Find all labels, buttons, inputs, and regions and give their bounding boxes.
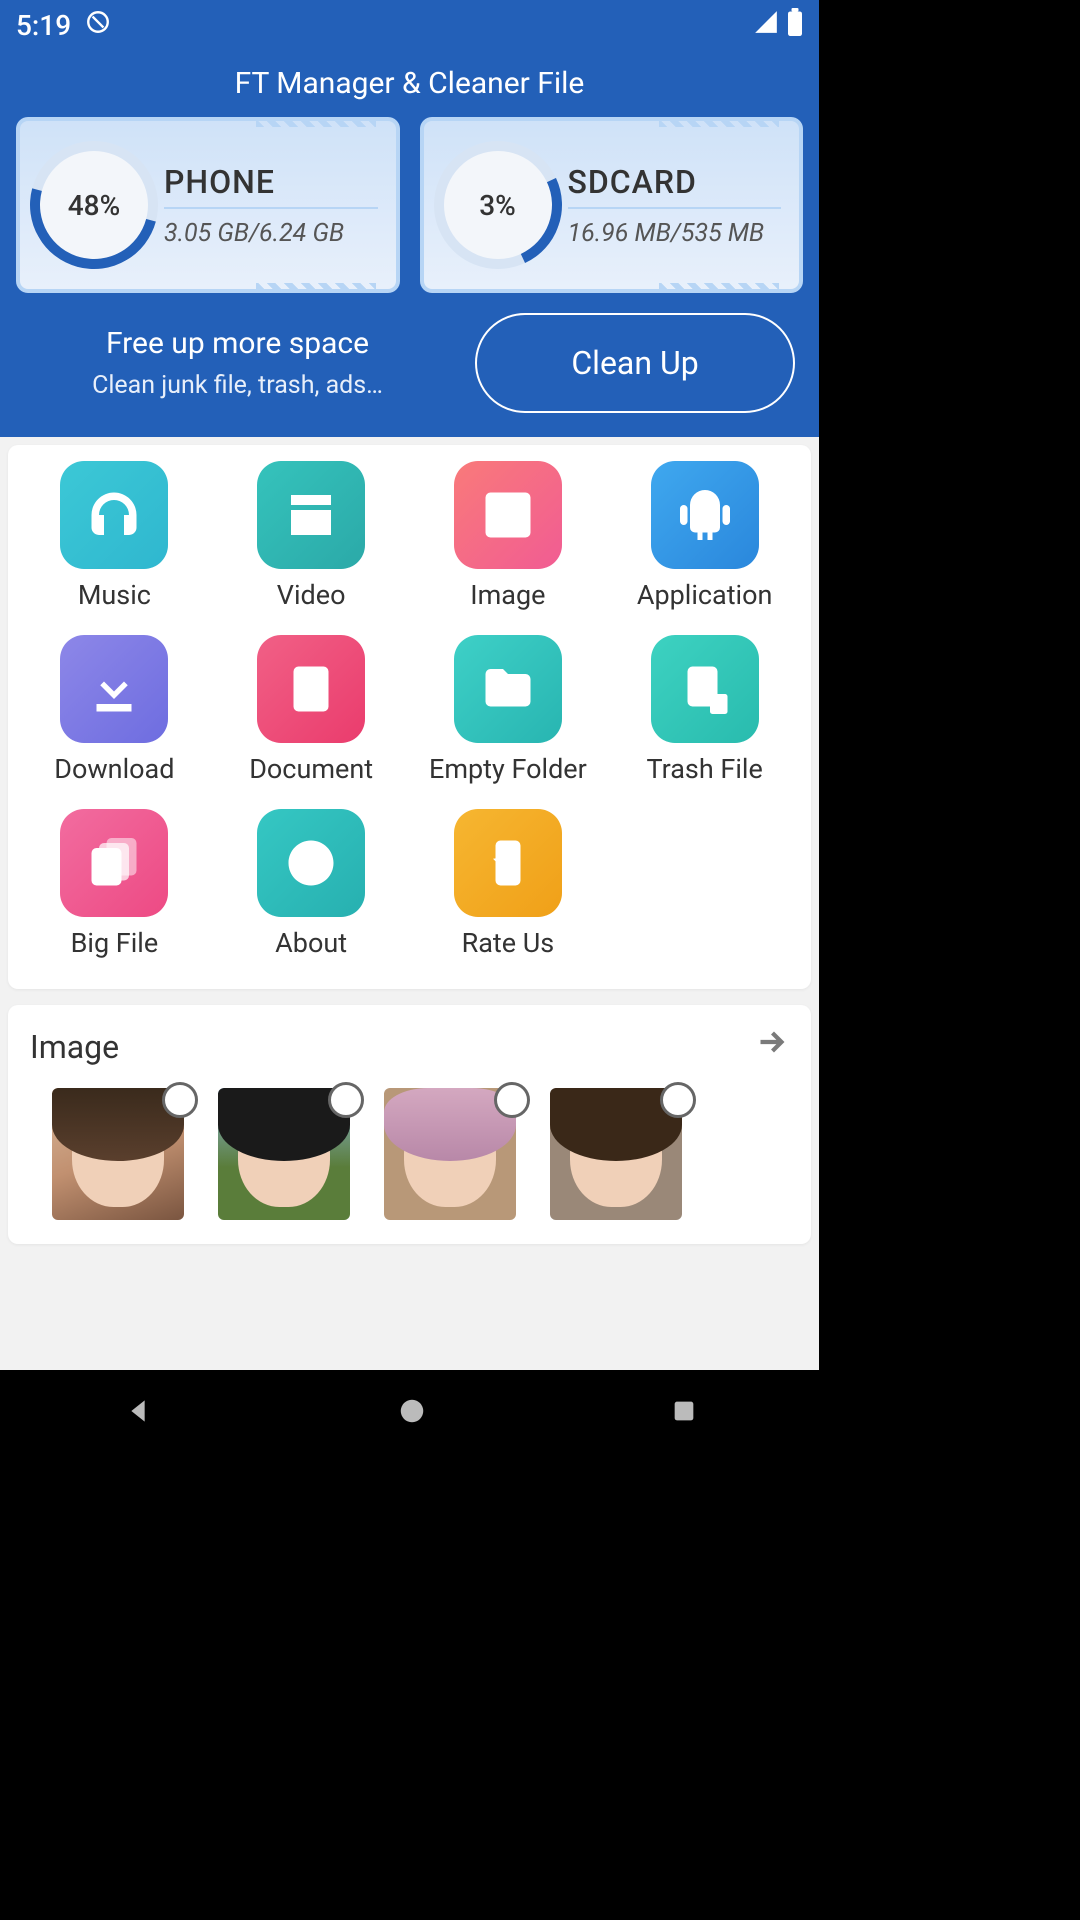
category-label: Document <box>249 753 373 785</box>
rate-icon <box>454 809 562 917</box>
image-section-title: Image <box>30 1028 119 1066</box>
cleanup-subtitle: Clean junk file, trash, ads… <box>24 371 451 400</box>
categories-panel: Music Video Image Application Download D… <box>8 445 811 989</box>
trash-doc-icon <box>651 635 759 743</box>
app-title: FT Manager & Cleaner File <box>16 62 803 117</box>
android-icon <box>651 461 759 569</box>
image-thumbnail[interactable] <box>52 1088 184 1220</box>
files-icon <box>60 809 168 917</box>
category-label: Video <box>277 579 346 611</box>
category-trash-file[interactable]: Trash File <box>606 635 803 785</box>
android-nav-bar <box>0 1370 819 1456</box>
signal-icon <box>753 9 779 42</box>
headphones-icon <box>60 461 168 569</box>
folder-search-icon <box>454 635 562 743</box>
nav-home-icon[interactable] <box>397 1396 427 1430</box>
sdcard-usage-gauge: 3% <box>442 149 554 261</box>
download-icon <box>60 635 168 743</box>
clapper-icon <box>257 461 365 569</box>
info-icon <box>257 809 365 917</box>
category-image[interactable]: Image <box>410 461 607 611</box>
nav-back-icon[interactable] <box>122 1395 154 1431</box>
image-thumbnail[interactable] <box>550 1088 682 1220</box>
category-label: Big File <box>71 927 159 959</box>
image-section-more-arrow-icon[interactable] <box>753 1023 789 1070</box>
sdcard-storage-size: 16.96 MB/535 MB <box>568 219 782 248</box>
category-big-file[interactable]: Big File <box>16 809 213 959</box>
category-empty-folder[interactable]: Empty Folder <box>410 635 607 785</box>
storage-card-sdcard[interactable]: 3% SDCARD 16.96 MB/535 MB <box>420 117 804 293</box>
category-label: Trash File <box>646 753 762 785</box>
category-label: Rate Us <box>462 927 555 959</box>
image-section: Image <box>8 1005 811 1244</box>
category-document[interactable]: Document <box>213 635 410 785</box>
clean-up-button[interactable]: Clean Up <box>475 313 795 413</box>
no-icon <box>85 9 111 42</box>
phone-storage-size: 3.05 GB/6.24 GB <box>164 219 378 248</box>
storage-card-phone[interactable]: 48% PHONE 3.05 GB/6.24 GB <box>16 117 400 293</box>
nav-recent-icon[interactable] <box>670 1397 698 1429</box>
category-label: Empty Folder <box>429 753 587 785</box>
category-music[interactable]: Music <box>16 461 213 611</box>
category-label: About <box>275 927 347 959</box>
category-about[interactable]: About <box>213 809 410 959</box>
phone-usage-gauge: 48% <box>38 149 150 261</box>
battery-icon <box>787 8 803 43</box>
picture-icon <box>454 461 562 569</box>
category-label: Music <box>78 579 151 611</box>
category-label: Image <box>470 579 545 611</box>
phone-storage-name: PHONE <box>164 163 378 201</box>
status-time: 5:19 <box>16 9 71 42</box>
image-thumbnail[interactable] <box>218 1088 350 1220</box>
category-rate-us[interactable]: Rate Us <box>410 809 607 959</box>
doc-icon <box>257 635 365 743</box>
header: FT Manager & Cleaner File 48% PHONE 3.05… <box>0 50 819 437</box>
category-video[interactable]: Video <box>213 461 410 611</box>
cleanup-title: Free up more space <box>24 326 451 361</box>
category-label: Download <box>54 753 174 785</box>
category-application[interactable]: Application <box>606 461 803 611</box>
category-download[interactable]: Download <box>16 635 213 785</box>
status-bar: 5:19 <box>0 0 819 50</box>
category-label: Application <box>637 579 773 611</box>
image-thumbnail[interactable] <box>384 1088 516 1220</box>
sdcard-storage-name: SDCARD <box>568 163 782 201</box>
